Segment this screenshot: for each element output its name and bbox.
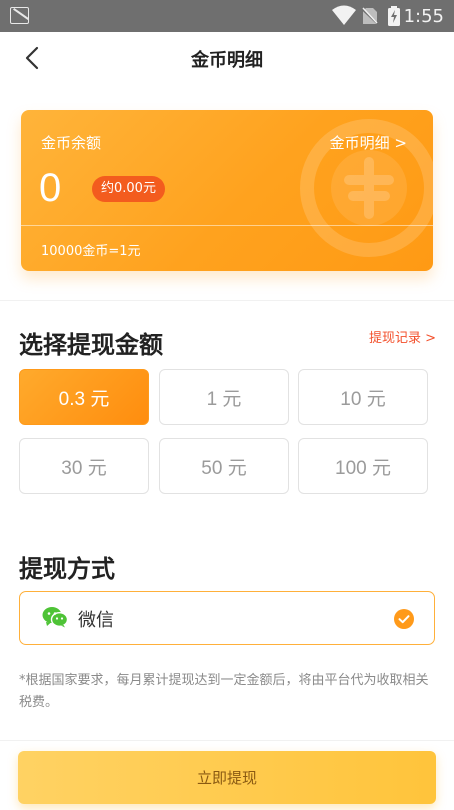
- tax-notice-text: *根据国家要求，每月累计提现达到一定金额后，将由平台代为收取相关税费。: [19, 673, 429, 710]
- wechat-method-label: 微信: [78, 610, 114, 631]
- withdraw-now-button[interactable]: 立即提现: [18, 751, 436, 804]
- check-circle-icon: [394, 609, 414, 629]
- no-sim-icon: [362, 7, 378, 25]
- amount-option-30[interactable]: 30 元: [19, 438, 149, 494]
- title-bar: 金币明细: [0, 32, 454, 84]
- balance-label: 金币余额: [41, 134, 102, 152]
- page-title: 金币明细: [191, 50, 263, 71]
- wechat-icon: [42, 607, 68, 628]
- status-bar: 1:55: [0, 0, 454, 32]
- coin-balance-value: 0: [39, 166, 62, 210]
- amount-options-grid: 0.3 元 1 元 10 元 30 元 50 元 100 元: [19, 369, 428, 495]
- method-section-title: 提现方式: [19, 555, 115, 583]
- amount-option-1[interactable]: 1 元: [159, 369, 289, 425]
- withdraw-records-link[interactable]: 提现记录 >: [369, 327, 436, 346]
- coin-balance-card: 金币余额 金币明细 > 0 约0.00元 10000金币=1元: [21, 110, 433, 271]
- bottom-divider: [0, 740, 454, 741]
- status-time: 1:55: [403, 6, 444, 27]
- amount-option-50[interactable]: 50 元: [159, 438, 289, 494]
- amount-option-10[interactable]: 10 元: [298, 369, 428, 425]
- coin-detail-link[interactable]: 金币明细 >: [330, 132, 407, 153]
- wechat-method-option[interactable]: 微信: [19, 591, 435, 645]
- approx-value-badge: 约0.00元: [92, 176, 165, 202]
- wifi-icon: [332, 5, 356, 25]
- amount-option-0-3[interactable]: 0.3 元: [19, 369, 149, 425]
- section-divider: [0, 300, 454, 301]
- exchange-rate-text: 10000金币=1元: [41, 244, 141, 259]
- card-divider: [21, 225, 433, 226]
- amount-section-title: 选择提现金额: [19, 331, 163, 359]
- amount-option-100[interactable]: 100 元: [298, 438, 428, 494]
- battery-charging-icon: [388, 6, 400, 26]
- notification-app-icon: [10, 7, 29, 24]
